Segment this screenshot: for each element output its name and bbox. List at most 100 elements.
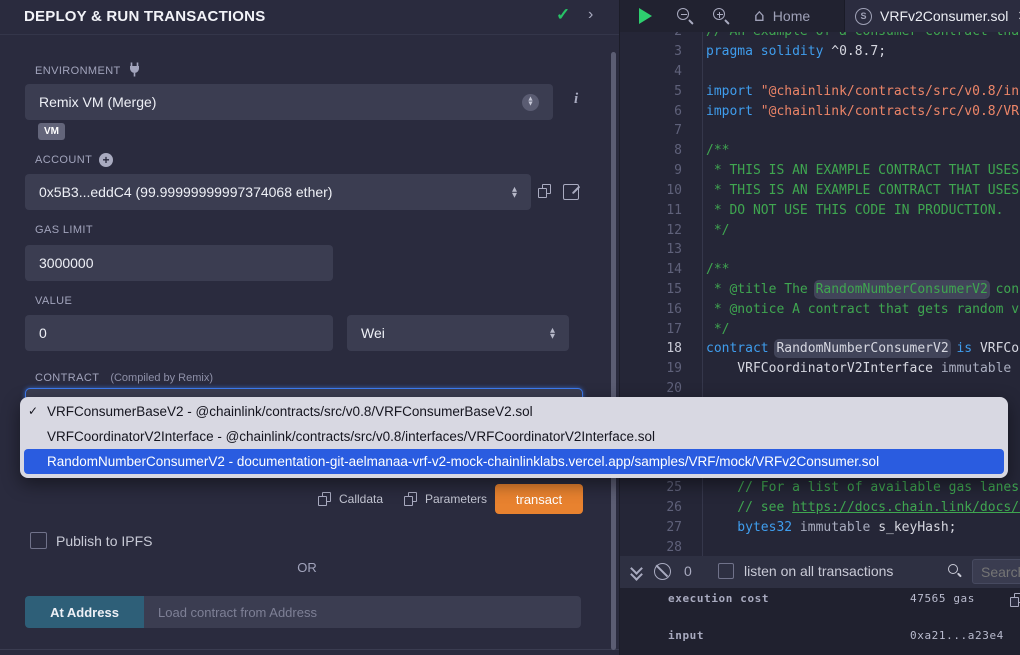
code-line[interactable]: */ — [706, 221, 729, 241]
active-tab-label: VRFv2Consumer.sol — [880, 8, 1008, 24]
code-line[interactable]: * @notice A contract that gets random va… — [706, 300, 1020, 320]
line-number[interactable]: 28 — [620, 538, 682, 556]
code-line[interactable]: VRFCoordinatorV2Interface immutable COOR… — [706, 359, 1020, 379]
environment-label: ENVIRONMENT — [35, 62, 141, 80]
line-number[interactable]: 8 — [620, 141, 682, 161]
contract-option[interactable]: RandomNumberConsumerV2 - documentation-g… — [24, 449, 1004, 474]
run-script-icon[interactable] — [639, 8, 652, 24]
transaction-count: 0 — [684, 563, 692, 579]
panel-title: DEPLOY & RUN TRANSACTIONS — [24, 8, 265, 25]
add-account-icon[interactable] — [99, 153, 113, 167]
tab-home[interactable]: Home — [744, 0, 820, 32]
copy-parameters-icon[interactable] — [404, 492, 417, 506]
line-number[interactable]: 14 — [620, 260, 682, 280]
copy-calldata-icon[interactable] — [318, 492, 331, 506]
select-arrows-icon: ▲▼ — [512, 186, 517, 198]
contract-option[interactable]: VRFConsumerBaseV2 - @chainlink/contracts… — [24, 399, 1004, 424]
code-line[interactable]: /** — [706, 141, 729, 161]
line-number[interactable]: 25 — [620, 478, 682, 498]
account-label: ACCOUNT — [35, 153, 113, 167]
value-unit: Wei — [361, 325, 550, 341]
clear-console-icon[interactable] — [654, 563, 671, 580]
value-label: VALUE — [35, 295, 72, 307]
code-line[interactable]: import "@chainlink/contracts/src/v0.8/in… — [706, 82, 1020, 102]
line-number[interactable]: 26 — [620, 498, 682, 518]
editor-tabbar: Home VRFv2Consumer.sol — [620, 0, 1020, 32]
value-input[interactable] — [25, 315, 333, 351]
line-number[interactable]: 9 — [620, 161, 682, 181]
line-number[interactable]: 6 — [620, 102, 682, 122]
collapse-chevron-icon[interactable] — [588, 6, 593, 24]
line-number[interactable]: 10 — [620, 181, 682, 201]
gas-limit-label: GAS LIMIT — [35, 224, 93, 236]
code-line[interactable]: /** — [706, 260, 729, 280]
at-address-button[interactable]: At Address — [25, 596, 144, 628]
terminal-row: input 0xa21...a23e4 — [620, 629, 1020, 645]
code-line[interactable]: * @title The RandomNumberConsumerV2 cont… — [706, 280, 1020, 300]
at-address-input[interactable] — [144, 596, 581, 628]
terminal-value: 47565 gas — [910, 592, 975, 605]
terminal-bar: 0 listen on all transactions — [620, 556, 1020, 588]
line-number[interactable]: 27 — [620, 518, 682, 538]
listen-all-checkbox[interactable] — [718, 563, 734, 579]
line-number[interactable]: 16 — [620, 300, 682, 320]
copy-value-icon[interactable] — [1010, 593, 1020, 607]
copy-account-icon[interactable] — [538, 184, 551, 198]
code-line[interactable]: * DO NOT USE THIS CODE IN PRODUCTION. — [706, 201, 1003, 221]
code-line[interactable]: bytes32 immutable s_keyHash; — [706, 518, 956, 538]
code-line[interactable]: // An example of a consumer contract tha… — [706, 32, 1020, 42]
select-arrows-icon: ▲▼ — [522, 94, 539, 111]
deploy-run-panel: DEPLOY & RUN TRANSACTIONS ENVIRONMENT Re… — [0, 0, 620, 655]
publish-ipfs-checkbox[interactable] — [30, 532, 47, 549]
terminal-value: 0xa21...a23e4 — [910, 629, 1004, 642]
status-check-icon — [556, 5, 570, 25]
account-select[interactable]: 0x5B3...eddC4 (99.99999999997374068 ethe… — [25, 174, 531, 210]
code-line[interactable]: */ — [706, 320, 729, 340]
zoom-out-icon[interactable] — [677, 8, 694, 25]
line-number[interactable]: 12 — [620, 221, 682, 241]
line-number[interactable]: 18 — [620, 339, 682, 359]
terminal-key: input — [668, 629, 704, 642]
panel-header: DEPLOY & RUN TRANSACTIONS — [0, 0, 620, 35]
terminal-search-input[interactable] — [972, 559, 1020, 584]
parameters-button[interactable]: Parameters — [425, 492, 487, 506]
line-number[interactable]: 20 — [620, 379, 682, 399]
line-number[interactable]: 2 — [620, 32, 682, 42]
select-arrows-icon: ▲▼ — [550, 327, 555, 339]
listen-all-label: listen on all transactions — [744, 563, 893, 579]
contract-option-label: VRFConsumerBaseV2 - @chainlink/contracts… — [47, 404, 533, 419]
line-number[interactable]: 13 — [620, 240, 682, 260]
line-number[interactable]: 19 — [620, 359, 682, 379]
edit-account-icon[interactable] — [563, 184, 579, 200]
line-number[interactable]: 11 — [620, 201, 682, 221]
code-line[interactable]: // For a list of available gas lanes on … — [706, 478, 1020, 498]
environment-value: Remix VM (Merge) — [39, 94, 522, 110]
contract-option-label: RandomNumberConsumerV2 - documentation-g… — [47, 454, 879, 469]
panel-scrollbar[interactable] — [611, 52, 616, 650]
code-line[interactable]: pragma solidity ^0.8.7; — [706, 42, 886, 62]
line-number[interactable]: 17 — [620, 320, 682, 340]
environment-select[interactable]: Remix VM (Merge) ▲▼ — [25, 84, 553, 120]
line-number[interactable]: 4 — [620, 62, 682, 82]
code-line[interactable]: // see https://docs.chain.link/docs/vrf-… — [706, 498, 1020, 518]
contract-option[interactable]: VRFCoordinatorV2Interface - @chainlink/c… — [24, 424, 1004, 449]
code-line[interactable]: * THIS IS AN EXAMPLE CONTRACT THAT USES … — [706, 181, 1020, 201]
line-number[interactable]: 5 — [620, 82, 682, 102]
line-number[interactable]: 15 — [620, 280, 682, 300]
code-line[interactable]: contract RandomNumberConsumerV2 is VRFCo… — [706, 339, 1020, 359]
line-number[interactable]: 3 — [620, 42, 682, 62]
tab-active-file[interactable]: VRFv2Consumer.sol — [844, 0, 1020, 32]
gas-limit-input[interactable] — [25, 245, 333, 281]
transact-button[interactable]: transact — [495, 484, 583, 514]
info-icon[interactable] — [574, 91, 578, 108]
value-unit-select[interactable]: Wei ▲▼ — [347, 315, 569, 351]
search-icon — [948, 564, 962, 578]
terminal-output: execution cost 47565 gas input 0xa21...a23e… — [620, 588, 1020, 655]
terminal-key: execution cost — [668, 592, 769, 605]
line-number[interactable]: 7 — [620, 121, 682, 141]
code-line[interactable]: import "@chainlink/contracts/src/v0.8/VR… — [706, 102, 1020, 122]
terminal-expand-icon[interactable] — [630, 564, 642, 580]
zoom-in-icon[interactable] — [713, 8, 730, 25]
calldata-button[interactable]: Calldata — [339, 492, 383, 506]
code-line[interactable]: * THIS IS AN EXAMPLE CONTRACT THAT USES … — [706, 161, 1020, 181]
